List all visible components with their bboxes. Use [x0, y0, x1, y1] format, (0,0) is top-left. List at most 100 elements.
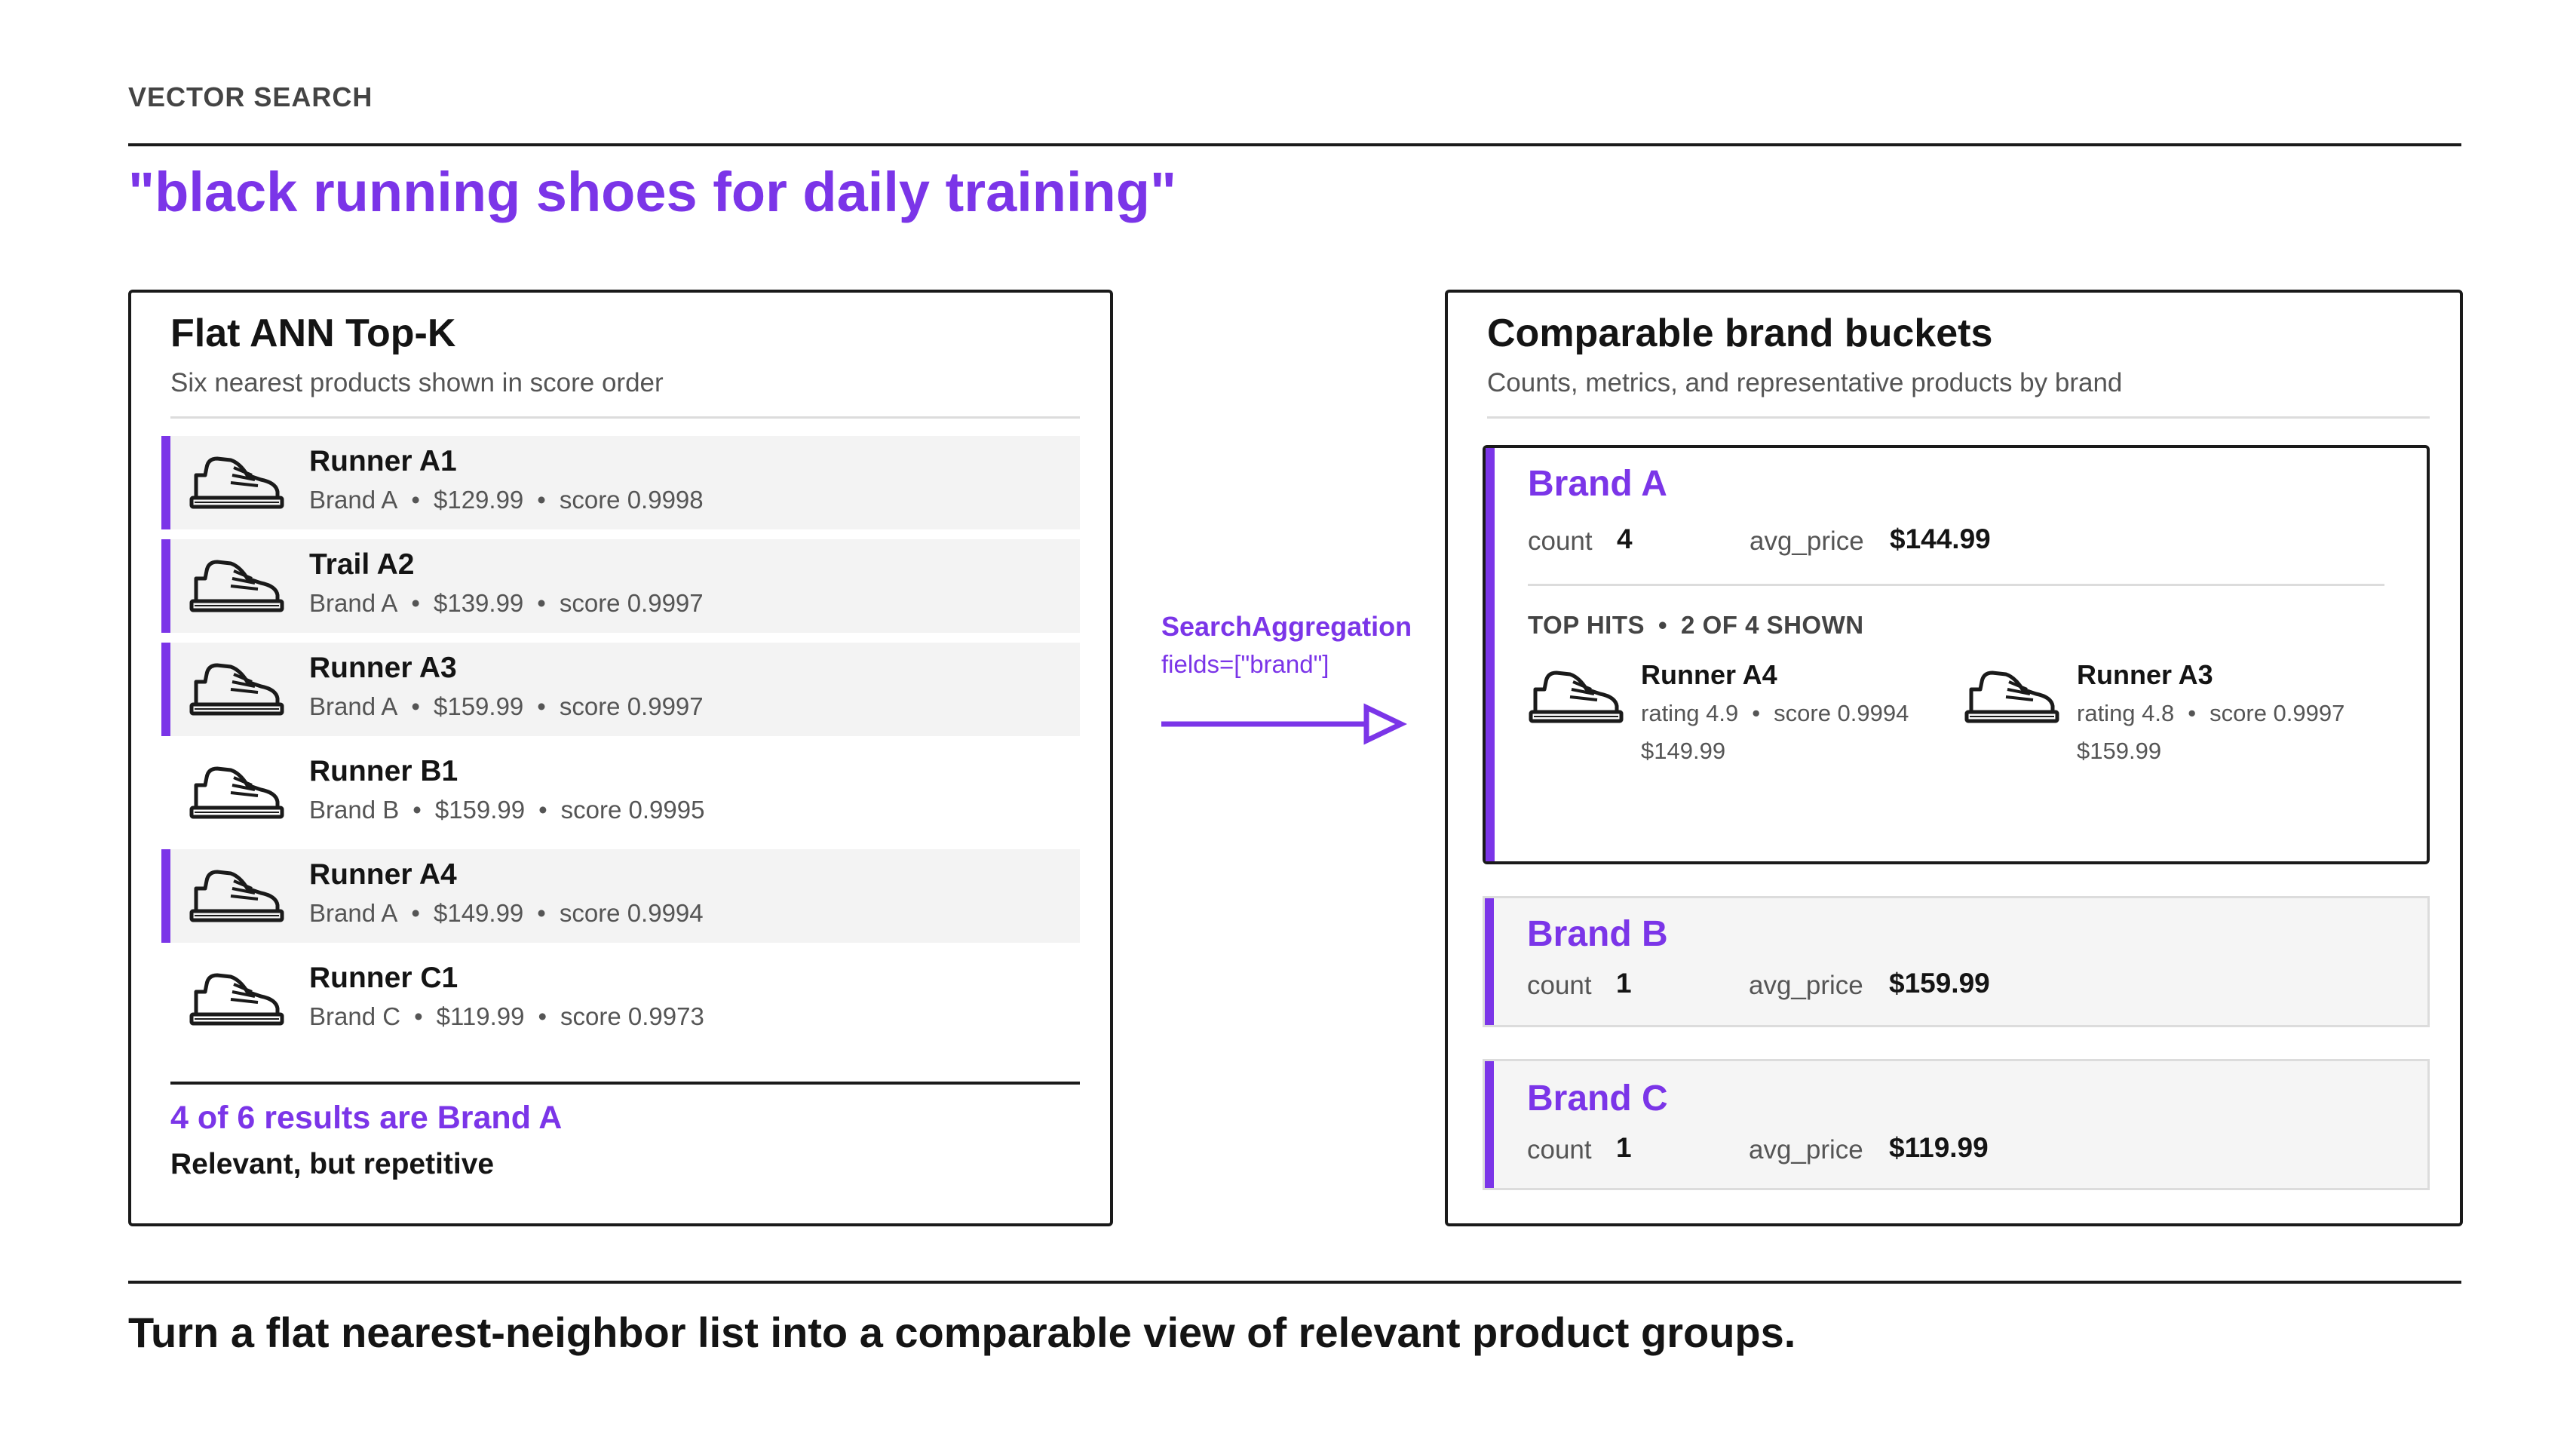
result-row[interactable]: Runner A1 Brand A • $129.99 • score 0.9998 — [161, 436, 1080, 529]
product-score: score 0.9973 — [560, 1002, 704, 1030]
bucket-accent-bar — [1486, 448, 1495, 861]
flat-topk-panel: Flat ANN Top-K Six nearest products show… — [128, 290, 1113, 1226]
bucket-name: Brand C — [1527, 1079, 1668, 1119]
product-score: score 0.9997 — [559, 589, 704, 617]
result-row[interactable]: Trail A2 Brand A • $139.99 • score 0.9997 — [161, 539, 1080, 633]
product-price: $119.99 — [436, 1002, 525, 1030]
product-brand: Brand A — [309, 589, 398, 617]
summary-divider — [170, 1082, 1080, 1085]
brand-a-marker — [161, 539, 170, 633]
top-hits-label: TOP HITS • 2 OF 4 SHOWN — [1528, 611, 1864, 640]
product-name: Runner A1 — [309, 445, 457, 477]
header-divider — [128, 143, 2461, 146]
shoe-icon — [189, 866, 285, 926]
bucket-brand-a[interactable]: Brand A count 4 avg_price $144.99 TOP HI… — [1483, 445, 2430, 864]
brand-a-marker — [161, 643, 170, 736]
result-row[interactable]: Runner B1 Brand B • $159.99 • score 0.9995 — [161, 746, 1080, 839]
brand-a-marker — [161, 849, 170, 943]
hit-price: $159.99 — [2077, 738, 2162, 764]
hit-price: $149.99 — [1641, 738, 1726, 764]
separator-dot: • — [538, 1002, 547, 1030]
separator-dot: • — [537, 589, 546, 617]
count-value: 1 — [1616, 968, 1632, 999]
separator-dot: • — [1658, 611, 1668, 639]
product-brand: Brand B — [309, 796, 400, 824]
separator-dot: • — [537, 899, 546, 927]
bucket-name: Brand B — [1527, 914, 1668, 954]
footer-takeaway: Turn a flat nearest-neighbor list into a… — [128, 1309, 1796, 1356]
shoe-icon — [1528, 667, 1624, 727]
shoe-icon — [189, 659, 285, 720]
product-meta: Brand A • $149.99 • score 0.9994 — [309, 899, 704, 928]
avg-price-value: $159.99 — [1889, 968, 1990, 999]
arrow-right-icon — [1161, 703, 1407, 745]
bucket-brand-b[interactable]: Brand B count 1 avg_price $159.99 — [1483, 896, 2430, 1027]
product-name: Runner A4 — [309, 858, 457, 891]
avg-price-value: $119.99 — [1889, 1132, 1989, 1163]
product-score: score 0.9995 — [560, 796, 705, 824]
product-brand: Brand C — [309, 1002, 401, 1030]
separator-dot: • — [2188, 700, 2197, 726]
top-hits-title: TOP HITS — [1528, 611, 1645, 639]
product-score: score 0.9994 — [559, 899, 704, 927]
bucket-divider — [1528, 584, 2384, 586]
separator-dot: • — [411, 589, 420, 617]
flat-panel-subtitle: Six nearest products shown in score orde… — [170, 368, 664, 397]
hit-name: Runner A4 — [1641, 659, 1777, 690]
count-label: count — [1527, 1135, 1592, 1165]
product-meta: Brand A • $139.99 • score 0.9997 — [309, 589, 704, 618]
product-meta: Brand B • $159.99 • score 0.9995 — [309, 796, 704, 824]
product-brand: Brand A — [309, 486, 398, 514]
product-name: Runner A3 — [309, 652, 457, 684]
hit-rating: rating 4.8 — [2077, 700, 2175, 726]
result-row[interactable]: Runner A3 Brand A • $159.99 • score 0.9997 — [161, 643, 1080, 736]
summary-secondary: Relevant, but repetitive — [170, 1148, 495, 1180]
product-brand: Brand A — [309, 899, 398, 927]
count-value: 4 — [1617, 523, 1633, 554]
avg-price-label: avg_price — [1749, 1135, 1863, 1165]
product-price: $159.99 — [433, 692, 524, 720]
hit-rating: rating 4.9 — [1641, 700, 1739, 726]
product-brand: Brand A — [309, 692, 398, 720]
bucket-accent-bar — [1485, 898, 1494, 1025]
count-label: count — [1528, 526, 1593, 556]
product-score: score 0.9998 — [559, 486, 704, 514]
avg-price-value: $144.99 — [1890, 523, 1991, 554]
hit-meta: rating 4.9 • score 0.9994 — [1641, 700, 1909, 727]
product-meta: Brand C • $119.99 • score 0.9973 — [309, 1002, 704, 1031]
separator-dot: • — [1752, 700, 1761, 726]
hit-score: score 0.9997 — [2210, 700, 2345, 726]
shoe-icon — [1964, 667, 2060, 727]
flat-panel-divider — [170, 416, 1080, 419]
product-name: Runner B1 — [309, 755, 458, 787]
product-meta: Brand A • $129.99 • score 0.9998 — [309, 486, 704, 514]
aggregation-label: SearchAggregation — [1161, 611, 1412, 642]
product-price: $129.99 — [433, 486, 524, 514]
hit-meta: rating 4.8 • score 0.9997 — [2077, 700, 2344, 727]
bucket-panel-title: Comparable brand buckets — [1487, 311, 1993, 355]
result-row[interactable]: Runner C1 Brand C • $119.99 • score 0.9973 — [161, 953, 1080, 1046]
footer-divider — [128, 1281, 2461, 1284]
bucket-panel-divider — [1487, 416, 2430, 419]
product-meta: Brand A • $159.99 • score 0.9997 — [309, 692, 704, 721]
query-title: "black running shoes for daily training" — [128, 161, 1177, 223]
flat-panel-title: Flat ANN Top-K — [170, 311, 456, 355]
count-label: count — [1527, 971, 1592, 1000]
count-value: 1 — [1616, 1132, 1632, 1163]
shoe-icon — [189, 556, 285, 616]
bucket-panel-subtitle: Counts, metrics, and representative prod… — [1487, 368, 2123, 397]
shoe-icon — [189, 763, 285, 823]
summary-primary: 4 of 6 results are Brand A — [170, 1100, 563, 1136]
product-score: score 0.9997 — [559, 692, 704, 720]
separator-dot: • — [537, 692, 546, 720]
product-name: Trail A2 — [309, 548, 415, 581]
brand-buckets-panel: Comparable brand buckets Counts, metrics… — [1445, 290, 2463, 1226]
hit-name: Runner A3 — [2077, 659, 2213, 690]
shoe-icon — [189, 453, 285, 513]
bucket-brand-c[interactable]: Brand C count 1 avg_price $119.99 — [1483, 1059, 2430, 1190]
result-row[interactable]: Runner A4 Brand A • $149.99 • score 0.9994 — [161, 849, 1080, 943]
bucket-name: Brand A — [1528, 464, 1667, 504]
top-hits-shown: 2 OF 4 SHOWN — [1681, 611, 1864, 639]
product-price: $159.99 — [434, 796, 526, 824]
separator-dot: • — [538, 796, 547, 824]
